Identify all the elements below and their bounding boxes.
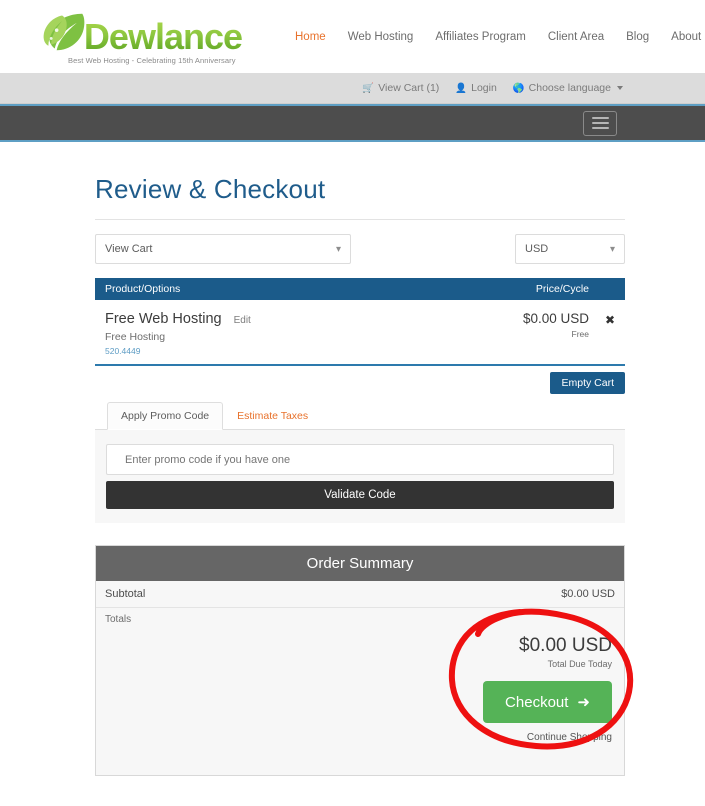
empty-cart-button[interactable]: Empty Cart (550, 372, 625, 394)
totals-label: Totals (105, 614, 132, 625)
order-summary-footer: $0.00 USD Total Due Today Checkout ➜ Con… (96, 625, 624, 775)
hamburger-bar (591, 122, 609, 124)
cart-table-header: Product/Options Price/Cycle (95, 278, 625, 300)
checkout-label: Checkout (505, 693, 569, 711)
column-header-product: Product/Options (105, 283, 181, 295)
hamburger-bar (591, 117, 609, 119)
order-summary-heading: Order Summary (96, 546, 624, 581)
globe-icon: 🌎 (512, 82, 525, 94)
nav-item-home[interactable]: Home (284, 25, 337, 49)
summary-row-subtotal: Subtotal $0.00 USD (96, 581, 624, 608)
utility-bar: 🛒 View Cart (1) 👤 Login 🌎 Choose languag… (0, 73, 705, 104)
currency-value: USD (525, 243, 549, 255)
view-cart-link[interactable]: 🛒 View Cart (1) (362, 82, 439, 94)
promo-code-input[interactable] (106, 444, 614, 475)
validate-code-button[interactable]: Validate Code (106, 481, 614, 509)
cart-view-select[interactable]: View Cart ▾ (95, 234, 351, 264)
grand-total-value: $0.00 USD (519, 635, 612, 656)
cart-item-details: Free Web Hosting Edit Free Hosting 520.4… (105, 311, 475, 356)
order-summary-panel: Order Summary Subtotal $0.00 USD Totals … (95, 545, 625, 776)
hamburger-bar (591, 127, 609, 129)
cart-item-name: Free Web Hosting (105, 311, 222, 327)
subtotal-label: Subtotal (105, 588, 146, 600)
nav-item-client-area[interactable]: Client Area (537, 25, 615, 49)
continue-shopping-link[interactable]: Continue Shopping (108, 732, 612, 743)
tab-estimate-taxes[interactable]: Estimate Taxes (223, 402, 322, 430)
promo-tab-body: Validate Code (95, 430, 625, 523)
edit-item-link[interactable]: Edit (234, 315, 251, 326)
view-cart-label: View Cart (1) (378, 82, 440, 94)
cart-view-value: View Cart (105, 243, 153, 255)
cart-item-option: Free Hosting (105, 331, 166, 343)
page-root: Dewlance Best Web Hosting - Celebrating … (0, 0, 705, 806)
cart-item-pricing: $0.00 USD Free ✖ (475, 311, 615, 356)
hamburger-menu-icon[interactable] (583, 110, 617, 136)
login-label: Login (471, 82, 497, 94)
close-x-icon[interactable]: ✖ (605, 313, 615, 327)
site-header: Dewlance Best Web Hosting - Celebrating … (0, 0, 705, 73)
choose-language-dropdown[interactable]: 🌎 Choose language (513, 82, 623, 94)
title-divider (95, 219, 625, 220)
caret-down-icon (617, 86, 623, 90)
table-row: Free Web Hosting Edit Free Hosting 520.4… (95, 300, 625, 366)
shopping-cart-icon: 🛒 (362, 82, 375, 94)
site-logo[interactable]: Dewlance Best Web Hosting - Celebrating … (42, 8, 243, 65)
chevron-down-icon: ▾ (335, 243, 341, 255)
logo-tagline: Best Web Hosting - Celebrating 15th Anni… (68, 56, 236, 65)
logo-wordmark: Dewlance (83, 16, 243, 57)
login-link[interactable]: 👤 Login (455, 82, 497, 94)
main-navigation: Home Web Hosting Affiliates Program Clie… (284, 25, 705, 49)
subtotal-value: $0.00 USD (561, 588, 615, 600)
logo-lockup: Dewlance (42, 8, 243, 57)
leaf-icon (43, 13, 85, 51)
nav-item-about-us[interactable]: About Us (660, 25, 705, 49)
tab-apply-promo-code[interactable]: Apply Promo Code (107, 402, 224, 430)
nav-item-blog[interactable]: Blog (615, 25, 660, 49)
choose-language-label: Choose language (528, 82, 611, 94)
cart-item-cycle: Free (571, 329, 589, 339)
arrow-right-icon: ➜ (577, 694, 590, 711)
cart-actions: Empty Cart (95, 366, 625, 394)
secondary-navbar (0, 104, 705, 142)
cart-panel: Product/Options Price/Cycle Free Web Hos… (95, 278, 625, 523)
grand-total-label: Total Due Today (547, 659, 612, 669)
chevron-down-icon: ▾ (609, 243, 615, 255)
cart-controls-row: View Cart ▾ USD ▾ (95, 234, 625, 264)
cart-item-price: $0.00 USD (522, 311, 589, 326)
nav-item-web-hosting[interactable]: Web Hosting (337, 25, 425, 49)
cart-item-domain: 520.4449 (105, 346, 141, 356)
checkout-button[interactable]: Checkout ➜ (483, 681, 612, 723)
nav-item-affiliates-program[interactable]: Affiliates Program (424, 25, 537, 49)
main-content: Review & Checkout View Cart ▾ USD ▾ Prod… (0, 142, 705, 806)
cart-item-name-row: Free Web Hosting Edit (105, 311, 475, 327)
column-header-price: Price/Cycle (535, 283, 589, 295)
promo-tabs: Apply Promo Code Estimate Taxes (95, 402, 625, 430)
user-icon: 👤 (455, 82, 468, 94)
currency-select[interactable]: USD ▾ (515, 234, 625, 264)
page-title: Review & Checkout (95, 174, 326, 204)
